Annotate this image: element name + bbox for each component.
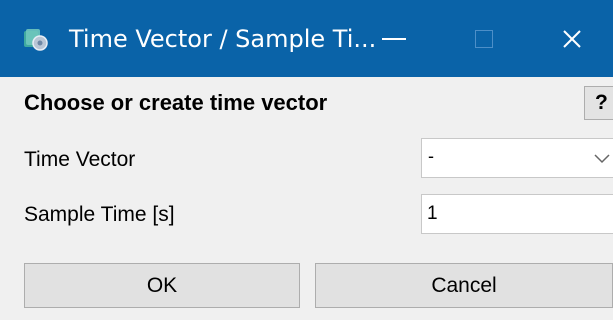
title-bar[interactable]: Time Vector / Sample Ti... [0,0,613,77]
close-icon [562,29,581,48]
help-button[interactable]: ? [584,86,613,120]
chevron-down-icon [594,154,610,164]
maximize-icon [475,29,493,48]
ok-button[interactable]: OK [24,263,300,308]
sample-time-input[interactable] [421,194,613,234]
sample-time-label: Sample Time [s] [24,203,175,226]
app-gear-icon [23,28,49,52]
time-vector-selected-value: - [428,146,434,166]
minimize-icon [382,37,406,40]
window-title: Time Vector / Sample Ti... [69,25,377,53]
close-button[interactable] [530,0,613,77]
time-vector-dropdown[interactable]: - [421,138,613,178]
time-vector-label: Time Vector [24,148,136,171]
maximize-button[interactable] [440,0,528,77]
minimize-button[interactable] [350,0,438,77]
section-heading: Choose or create time vector [24,90,328,115]
time-vector-dialog: Time Vector / Sample Ti... Choose or cre… [0,0,613,320]
cancel-button[interactable]: Cancel [315,263,613,308]
